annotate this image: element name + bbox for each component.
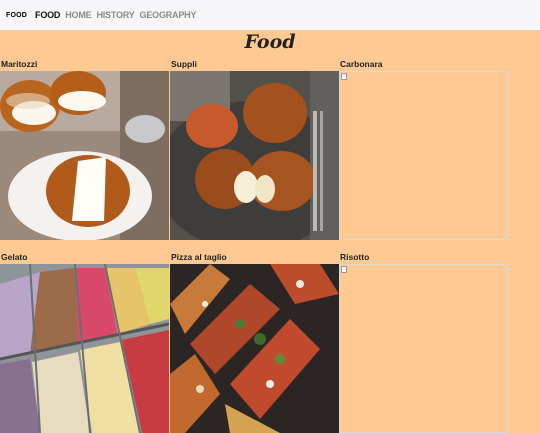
food-card-risotto: Risotto bbox=[339, 251, 508, 433]
food-card-label: Pizza al taglio bbox=[171, 252, 227, 262]
food-card-carbonara: Carbonara bbox=[339, 58, 508, 240]
food-card-maritozzi: Maritozzi bbox=[0, 58, 169, 240]
food-card-gelato: Gelato bbox=[0, 251, 169, 433]
broken-image-icon bbox=[341, 266, 347, 273]
broken-image-icon bbox=[341, 73, 347, 80]
carbonara-image bbox=[339, 71, 508, 240]
suppli-image bbox=[170, 71, 339, 240]
food-card-label: Suppli bbox=[171, 59, 197, 69]
pizza-al-taglio-image bbox=[170, 264, 339, 433]
navbar-brand[interactable]: FOOD bbox=[6, 12, 27, 19]
page-title: Food bbox=[244, 31, 296, 53]
food-card-suppli: Suppli bbox=[170, 58, 339, 240]
food-card-pizza-al-taglio: Pizza al taglio bbox=[170, 251, 339, 433]
food-card-label: Carbonara bbox=[340, 59, 383, 69]
nav-link-history[interactable]: HISTORY bbox=[96, 10, 134, 20]
nav-links: FOOD HOME HISTORY GEOGRAPHY bbox=[35, 10, 201, 20]
food-card-label: Maritozzi bbox=[1, 59, 38, 69]
maritozzi-image bbox=[0, 71, 169, 240]
food-card-label: Gelato bbox=[1, 252, 28, 262]
food-card-label: Risotto bbox=[340, 252, 370, 262]
risotto-image bbox=[339, 264, 508, 433]
nav-link-home[interactable]: HOME bbox=[65, 10, 91, 20]
gelato-image bbox=[0, 264, 169, 433]
navbar: FOOD FOOD HOME HISTORY GEOGRAPHY bbox=[0, 0, 540, 30]
nav-link-food[interactable]: FOOD bbox=[35, 10, 60, 20]
nav-link-geography[interactable]: GEOGRAPHY bbox=[140, 10, 197, 20]
